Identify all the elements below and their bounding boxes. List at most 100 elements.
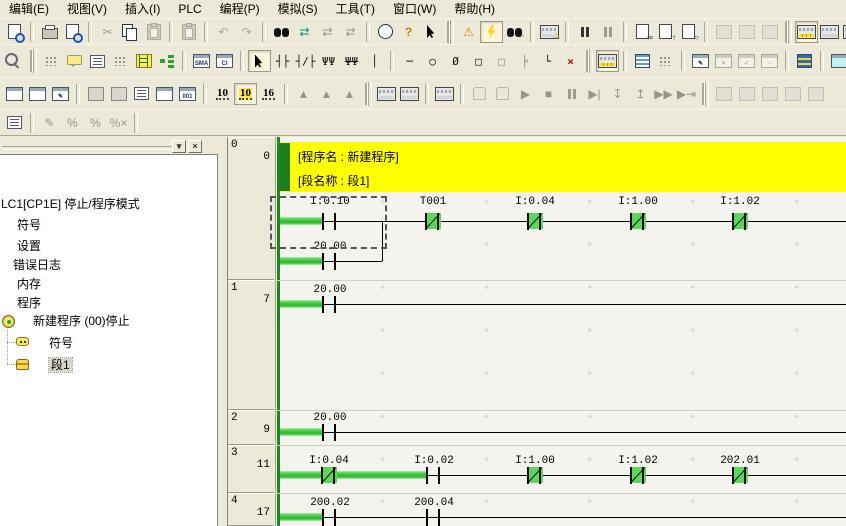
plc-memory-icon[interactable] (841, 21, 846, 43)
compare-program-icon[interactable] (433, 83, 456, 105)
rung-margin-cell[interactable]: 00 (228, 137, 274, 280)
transfer-warning-icon[interactable]: ⚠ (538, 21, 561, 43)
vertical-line-icon[interactable]: │ (363, 50, 386, 72)
new-or-contact-icon[interactable]: ΨΨ (317, 50, 340, 72)
ladder-editor[interactable]: 001729311417 [程序名 : 新建程序] [段名称 : 段1] +++… (227, 137, 846, 526)
menu-h[interactable]: 帮助(H) (445, 0, 504, 18)
workspace-splitter[interactable] (218, 137, 227, 526)
transfer-to-plc-icon[interactable] (631, 50, 654, 72)
tree-programs[interactable]: 程序 (17, 296, 41, 310)
tree-error-log[interactable]: 错误日志 (13, 258, 61, 272)
rung-comment-block[interactable]: [程序名 : 新建程序] [段名称 : 段1] (280, 142, 846, 192)
operand-label: I:1.00 (493, 455, 577, 467)
watch-panel-icon[interactable] (153, 83, 176, 105)
ci-window-icon[interactable]: CI (213, 50, 236, 72)
print-preview-icon[interactable] (61, 21, 84, 43)
tree-memory[interactable]: 内存 (17, 277, 41, 291)
tree-symbols[interactable]: 符号 (17, 218, 41, 232)
tile-windows-icon[interactable] (26, 83, 49, 105)
monitor-pause-icon[interactable] (573, 21, 596, 43)
rung-margin-cell[interactable]: 29 (228, 410, 274, 445)
online-work-icon[interactable] (480, 21, 503, 43)
line-delete-icon[interactable]: × (559, 50, 582, 72)
hex-monitor-icon[interactable]: 16 (257, 83, 280, 105)
local-network-icon[interactable] (107, 83, 130, 105)
info-icon[interactable] (374, 21, 397, 43)
show-grid-icon[interactable] (40, 50, 63, 72)
rung-margin-cell[interactable]: 17 (228, 280, 274, 410)
watch-window-icon[interactable] (3, 112, 26, 134)
tree-new-program[interactable]: 新建程序 (00)停止 (33, 314, 130, 328)
watch-stack-icon[interactable] (793, 50, 816, 72)
monitor-window-icon[interactable] (828, 50, 846, 72)
menu-i[interactable]: 插入(I) (116, 0, 169, 18)
online-edit-rung-icon[interactable]: ✎ (689, 50, 712, 72)
workspace-collapse-button[interactable]: ▾ (172, 140, 186, 153)
symbol-tree-icon[interactable] (155, 50, 178, 72)
compile-icon[interactable]: ⚠ (457, 21, 480, 43)
menu-v[interactable]: 视图(V) (58, 0, 116, 18)
grid-mark: + (690, 499, 695, 506)
workspace-close-button[interactable]: × (188, 140, 202, 153)
print-icon[interactable] (38, 21, 61, 43)
work-online-simulator-icon[interactable] (596, 50, 619, 72)
menu-p[interactable]: 编程(P) (211, 0, 269, 18)
flag-icon[interactable] (130, 83, 153, 105)
new-closed-coil-icon[interactable]: Ø (444, 50, 467, 72)
mnemonics-view-icon[interactable]: SMA (190, 50, 213, 72)
view-large-icon[interactable] (3, 21, 26, 43)
select-pointer-icon[interactable] (248, 50, 271, 72)
zoom-icon[interactable] (3, 50, 26, 72)
tree-program-symbols[interactable]: 符号 (49, 336, 73, 350)
context-help-icon[interactable]: ? (420, 21, 443, 43)
online-edit-2-icon (735, 21, 758, 43)
find-icon[interactable] (270, 21, 293, 43)
new-contact-icon[interactable]: ┤├ (271, 50, 294, 72)
tree-plc[interactable]: LC1[CP1E] 停止/程序模式 (1, 197, 140, 211)
cross-reference-icon[interactable] (84, 83, 107, 105)
decimal-monitor-icon[interactable]: 10 (211, 83, 234, 105)
cascade-windows-icon[interactable] (3, 83, 26, 105)
copy-icon[interactable] (119, 21, 142, 43)
properties-icon[interactable]: ✎ (49, 83, 72, 105)
menu-plc[interactable]: PLC (169, 0, 210, 18)
doc-monitor-icon[interactable]: ∞ (631, 21, 654, 43)
new-coil-icon[interactable]: ○ (421, 50, 444, 72)
find-compile-error-icon[interactable]: ⚠ (503, 21, 526, 43)
power-flow-bar (280, 217, 322, 225)
rung-step-number: 9 (230, 425, 270, 436)
io-comment-icon[interactable] (109, 50, 132, 72)
rung-margin-cell[interactable]: 311 (228, 445, 274, 493)
horizontal-line-icon[interactable]: ─ (398, 50, 421, 72)
menu-t[interactable]: 工具(T) (327, 0, 384, 18)
new-closed-contact-icon[interactable]: ┤/├ (294, 50, 317, 72)
new-instruction-icon[interactable]: □ (467, 50, 490, 72)
doc-upload-icon[interactable]: ↑ (654, 21, 677, 43)
signed-decimal-monitor-icon[interactable]: 10 (234, 83, 257, 105)
rung-annotation-icon[interactable] (86, 50, 109, 72)
new-or-closed-contact-icon[interactable]: ΨΨ (340, 50, 363, 72)
ladder-view-icon[interactable] (132, 50, 155, 72)
tree-settings[interactable]: 设置 (17, 239, 41, 253)
replace-icon[interactable]: ⇄ (293, 21, 316, 43)
rung-comment-icon[interactable] (63, 50, 86, 72)
menu-s[interactable]: 模拟(S) (269, 0, 327, 18)
plc-settings-icon[interactable] (818, 21, 841, 43)
transfer-compare-icon[interactable] (398, 83, 421, 105)
menu-e[interactable]: 编辑(E) (0, 0, 58, 18)
doc-find-icon[interactable]: ○ (677, 21, 700, 43)
plc-io-table-icon[interactable] (795, 21, 818, 43)
tree-section1[interactable]: 段1 (49, 358, 72, 372)
power-rail-left (277, 137, 280, 526)
sim-stop-icon: ■ (537, 83, 560, 105)
workspace-grip[interactable] (2, 146, 180, 150)
transfer-program-icon[interactable] (375, 83, 398, 105)
rung-margin-cell[interactable]: 417 (228, 493, 274, 526)
menu-w[interactable]: 窗口(W) (384, 0, 445, 18)
transfer-options-icon[interactable] (654, 50, 677, 72)
sim-step-out-icon: ↥ (629, 83, 652, 105)
help-icon[interactable]: ? (397, 21, 420, 43)
binary-panel-icon[interactable]: 001 (176, 83, 199, 105)
line-connect-icon[interactable]: └ (536, 50, 559, 72)
paste-special-icon (177, 21, 200, 43)
